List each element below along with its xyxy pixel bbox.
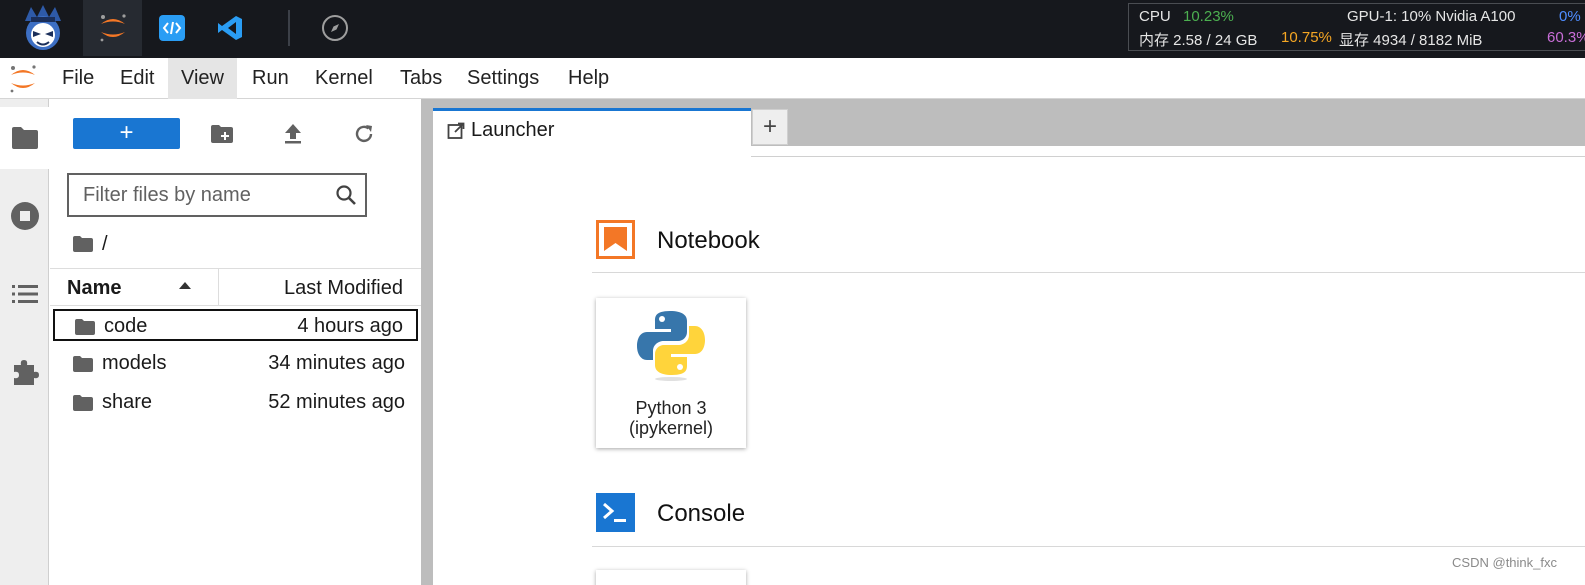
menu-view[interactable]: View <box>168 58 237 99</box>
launcher-icon <box>447 122 465 139</box>
section-title-notebook: Notebook <box>657 227 760 254</box>
folder-icon <box>12 127 38 149</box>
jupyter-logo-icon <box>8 63 38 100</box>
file-name: models <box>102 352 167 374</box>
upload-icon <box>285 124 301 144</box>
stop-circle-icon <box>10 202 39 230</box>
file-name: code <box>104 315 148 337</box>
upload-button[interactable] <box>279 121 307 147</box>
gpu-label: GPU-1: 10% Nvidia A100 <box>1347 8 1516 25</box>
user-avatar-icon[interactable] <box>13 0 72 56</box>
file-modified: 34 minutes ago <box>268 352 405 374</box>
vram-value: 60.3% <box>1547 29 1585 46</box>
section-divider <box>592 546 1585 547</box>
refresh-icon <box>355 125 373 143</box>
kernel-card-python3[interactable]: Python 3 (ipykernel) <box>596 298 746 448</box>
gpu-value: 0% <box>1559 8 1581 25</box>
column-name-header[interactable]: Name <box>67 277 121 300</box>
rail-extensions-button[interactable] <box>0 341 49 403</box>
filter-files-field[interactable] <box>67 173 367 217</box>
plus-icon: + <box>119 119 134 146</box>
app-topbar: CPU 10.23% 内存 2.58 / 24 GB 10.75% GPU-1:… <box>0 0 1585 58</box>
column-divider[interactable] <box>218 269 219 305</box>
file-modified: 52 minutes ago <box>268 391 405 413</box>
kernel-card-label: Python 3 (ipykernel) <box>628 398 714 438</box>
console-section-icon <box>596 493 635 532</box>
folder-icon <box>73 395 93 411</box>
console-kernel-card[interactable] <box>596 570 746 585</box>
rail-file-browser-button[interactable] <box>0 107 50 169</box>
panel-splitter[interactable] <box>421 99 433 585</box>
sort-ascending-icon <box>179 282 191 289</box>
new-folder-icon <box>211 125 233 143</box>
system-monitor: CPU 10.23% 内存 2.58 / 24 GB 10.75% GPU-1:… <box>1128 3 1585 51</box>
menu-file[interactable]: File <box>49 58 107 99</box>
file-row-models[interactable]: models 34 minutes ago <box>53 348 418 380</box>
folder-icon <box>73 356 93 372</box>
memory-value: 10.75% <box>1281 29 1332 46</box>
folder-icon <box>75 319 95 335</box>
cpu-value: 10.23% <box>1183 8 1234 25</box>
search-icon <box>336 185 356 205</box>
notebook-section-icon <box>596 220 635 259</box>
section-divider <box>592 272 1585 273</box>
jupyter-app-icon[interactable] <box>83 0 142 56</box>
file-row-code[interactable]: code 4 hours ago <box>53 309 418 341</box>
rail-running-button[interactable] <box>0 185 49 247</box>
vscode-icon[interactable] <box>200 0 259 56</box>
menu-edit[interactable]: Edit <box>107 58 167 99</box>
watermark: CSDN @think_fxc <box>1452 555 1557 570</box>
python-logo-icon <box>637 311 705 381</box>
filter-files-input[interactable] <box>69 175 331 215</box>
file-modified: 4 hours ago <box>297 315 403 337</box>
new-launcher-button[interactable]: + <box>73 118 180 149</box>
breadcrumb: / <box>72 230 108 258</box>
menu-bar: File Edit View Run Kernel Tabs Settings … <box>0 58 1585 99</box>
left-sidebar-rail <box>0 99 50 585</box>
memory-label: 内存 2.58 / 24 GB <box>1139 32 1258 49</box>
menu-settings[interactable]: Settings <box>454 58 552 99</box>
jupyterlab-window: CPU 10.23% 内存 2.58 / 24 GB 10.75% GPU-1:… <box>0 0 1585 585</box>
new-folder-button[interactable] <box>208 121 236 147</box>
file-browser-panel <box>50 99 421 585</box>
add-tab-button[interactable]: + <box>752 109 788 145</box>
refresh-button[interactable] <box>350 121 378 147</box>
code-server-icon[interactable] <box>142 0 201 56</box>
cpu-label: CPU <box>1139 8 1171 25</box>
tab-label: Launcher <box>471 119 555 141</box>
file-name: share <box>102 391 153 413</box>
list-icon <box>11 285 38 303</box>
file-list-header: Name Last Modified <box>50 268 421 306</box>
menu-help[interactable]: Help <box>555 58 622 99</box>
menu-run[interactable]: Run <box>239 58 302 99</box>
column-modified-header[interactable]: Last Modified <box>284 277 403 300</box>
menu-kernel[interactable]: Kernel <box>302 58 386 99</box>
file-row-share[interactable]: share 52 minutes ago <box>53 387 418 419</box>
topbar-divider <box>288 10 290 46</box>
tab-launcher[interactable]: Launcher <box>433 108 751 157</box>
menu-tabs[interactable]: Tabs <box>387 58 455 99</box>
breadcrumb-root[interactable]: / <box>102 233 108 256</box>
puzzle-icon <box>13 360 39 385</box>
vram-label: 显存 4934 / 8182 MiB <box>1339 32 1483 49</box>
rail-toc-button[interactable] <box>0 263 49 325</box>
section-title-console: Console <box>657 500 746 527</box>
compass-icon[interactable] <box>305 0 364 56</box>
folder-icon[interactable] <box>72 235 94 253</box>
